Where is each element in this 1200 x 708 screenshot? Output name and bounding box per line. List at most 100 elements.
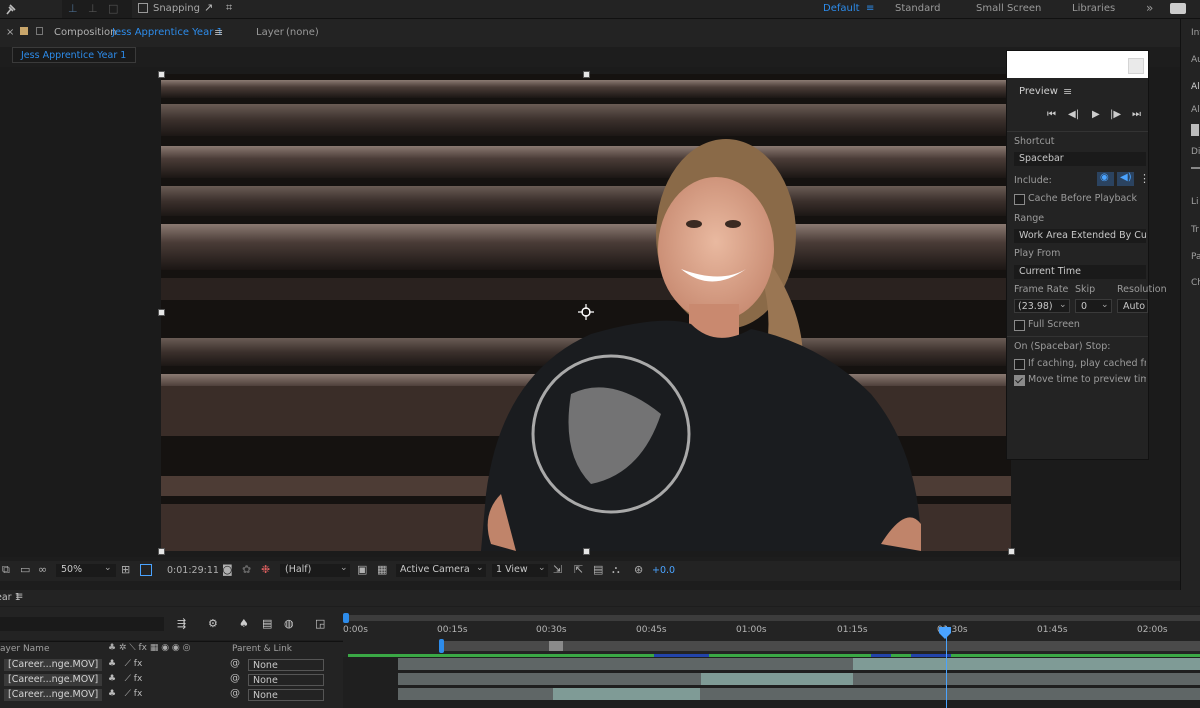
transparency-grid-icon[interactable]: ▦ [377,563,387,576]
motion-blur-icon[interactable]: ◍ [284,617,294,630]
frame-blending-icon[interactable]: ▤ [262,617,272,630]
time-navigator[interactable] [345,615,1200,621]
show-snapshot-icon[interactable]: ✿ [242,563,251,576]
navigator-start-handle[interactable] [343,613,349,623]
toggle-pixel-aspect-icon[interactable]: ⇲ [553,563,562,576]
layer-switches-icons[interactable]: ♣ ⟋ fx [108,689,142,699]
preview-menu-icon[interactable]: ≡ [1063,85,1072,98]
magnification-dropdown[interactable]: 50% ⌄ [56,563,116,577]
include-overlays-icon[interactable]: ⋮ [1139,172,1150,185]
parent-dropdown[interactable]: None [248,659,324,671]
composition-menu-icon[interactable]: ≡ [214,26,223,39]
camera-dropdown[interactable]: Active Camera ⌄ [396,563,486,577]
world-axis-icon[interactable]: ⊥ [88,2,98,15]
layer-name-column[interactable]: ayer Name [0,644,50,654]
parent-dropdown[interactable]: None [248,674,324,686]
paragraph-panel-tab[interactable]: Pa [1191,252,1200,262]
monitor-icon[interactable]: ▭ [20,563,30,576]
include-video-icon[interactable]: ◉ [1097,172,1114,186]
align-panel-tab[interactable]: Al [1191,82,1200,92]
layer-bar[interactable] [700,688,1200,700]
playhead-line[interactable] [946,626,947,708]
audio-panel-tab[interactable]: Au [1191,55,1200,65]
layer-switches-icons[interactable]: ♣ ⟋ fx [108,674,142,684]
workspace-default[interactable]: Default [823,3,860,14]
always-preview-icon[interactable]: ⧉ [2,563,10,577]
info-panel-tab[interactable]: Inf [1191,28,1200,38]
snap-center-icon[interactable]: ⌗ [226,1,232,15]
first-frame-icon[interactable]: ⏮ [1047,109,1056,120]
layer-row[interactable]: [Career...nge.MOV] ♣ ⟋ fx @ None [0,673,343,687]
pick-whip-icon[interactable]: @ [230,658,240,669]
timeline-icon[interactable]: ▤ [593,563,603,576]
layer-bar[interactable] [398,673,701,685]
play-from-dropdown[interactable]: Current Time [1014,265,1146,279]
flowchart-icon[interactable]: ⛬ [612,563,620,577]
layer-row[interactable]: [Career...nge.MOV] ♣ ⟋ fx @ None [0,658,343,672]
resolution-dropdown[interactable]: Auto [1117,299,1148,313]
layer-tab-label[interactable]: Layer [256,27,284,38]
marker-icon[interactable] [549,641,563,651]
hide-shy-layers-icon[interactable]: ♠ [239,617,249,630]
layer-bar-active[interactable] [701,673,853,685]
bounding-handle[interactable] [1008,548,1015,555]
layer-name[interactable]: [Career...nge.MOV] [4,689,102,701]
color-channel-icon[interactable]: ❉ [261,563,270,576]
libraries-panel-tab[interactable]: Li [1191,197,1199,207]
character-panel-tab[interactable]: Ch [1191,278,1200,288]
snap-edge-icon[interactable]: ↗ [204,1,213,14]
shortcut-dropdown[interactable]: Spacebar [1014,152,1146,166]
playhead-handle[interactable] [939,627,951,639]
view-layout-dropdown[interactable]: 1 View ⌄ [492,563,548,577]
frame-rate-dropdown[interactable]: (23.98) ⌄ [1014,299,1070,313]
layer-bar-active[interactable] [853,658,1200,670]
composition-flow-tab[interactable]: Jess Apprentice Year 1 [12,47,136,63]
pin-tool-icon[interactable] [4,2,18,16]
mask-visibility-icon[interactable] [140,564,152,576]
snapping-checkbox[interactable] [138,3,148,13]
next-frame-icon[interactable]: |▶ [1110,109,1121,120]
layer-row[interactable]: [Career...nge.MOV] ♣ ⟋ fx @ None [0,688,343,702]
distribute-icon[interactable] [1191,167,1200,169]
search-help-icon[interactable] [1170,3,1186,14]
close-tab-icon[interactable]: × [6,27,14,38]
anchor-point-icon[interactable] [578,304,594,320]
workspace-small-screen[interactable]: Small Screen [976,3,1041,14]
layer-name[interactable]: [Career...nge.MOV] [4,659,102,671]
include-audio-icon[interactable]: ◀) [1117,172,1134,186]
parent-dropdown[interactable]: None [248,689,324,701]
layer-bar[interactable] [853,673,1200,685]
bounding-handle[interactable] [583,71,590,78]
cache-before-playback-checkbox[interactable] [1014,194,1025,205]
workspace-overflow-icon[interactable]: » [1146,1,1153,15]
time-ruler[interactable]: 0:00s 00:15s 00:30s 00:45s 01:00s 01:15s… [343,607,1200,657]
grid-icon[interactable]: ⊞ [121,563,130,576]
region-of-interest-icon[interactable]: ▣ [357,563,367,576]
align-left-icon[interactable] [1191,124,1199,136]
draft-3d-icon[interactable]: ⚙ [208,617,218,630]
layer-name[interactable]: [Career...nge.MOV] [4,674,102,686]
graph-editor-icon[interactable]: ◲ [315,617,325,630]
layer-bar[interactable] [398,658,853,670]
bounding-handle[interactable] [158,309,165,316]
exposure-value[interactable]: +0.0 [652,565,675,576]
move-time-checkbox[interactable] [1014,375,1025,386]
work-area-start-handle[interactable] [439,639,444,653]
snapshot-icon[interactable]: ◙ [222,563,233,576]
skip-dropdown[interactable]: 0 ⌄ [1075,299,1112,313]
previous-frame-icon[interactable]: ◀| [1068,109,1079,120]
view-axis-icon[interactable]: □ [108,2,118,15]
parent-column[interactable]: Parent & Link [232,644,292,654]
layer-search-input[interactable] [0,617,164,631]
close-panel-icon[interactable] [1128,58,1144,74]
layer-bar-active[interactable] [553,688,700,700]
timeline-menu-icon[interactable]: ≡ [15,591,23,602]
local-axis-icon[interactable]: ⊥ [68,2,78,15]
layer-tracks[interactable] [343,657,1200,708]
layer-bar[interactable] [398,688,553,700]
composition-tab-name[interactable]: Jess Apprentice Year 1 [112,27,223,38]
layer-switches-icons[interactable]: ♣ ⟋ fx [108,659,142,669]
workspace-standard[interactable]: Standard [895,3,941,14]
workspace-libraries[interactable]: Libraries [1072,3,1115,14]
workspace-menu-icon[interactable]: ≡ [866,3,874,14]
